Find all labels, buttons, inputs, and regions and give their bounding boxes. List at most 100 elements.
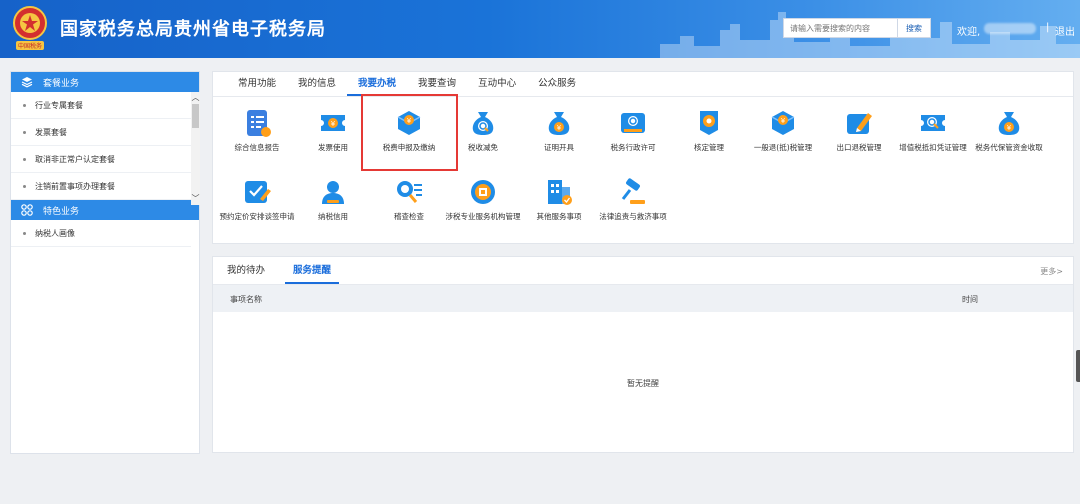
func-label: 证明开具 — [544, 143, 574, 152]
tabs-divider — [213, 96, 1073, 97]
tab-public-service[interactable]: 公众服务 — [527, 72, 587, 96]
service-reminder-panel: 我的待办 服务提醒 更多> 事项名称 时间 暂无提醒 — [212, 256, 1074, 453]
scroll-thumb[interactable] — [192, 104, 199, 128]
func-label: 增值税抵扣凭证管理 — [899, 143, 967, 152]
money-bag-icon: ¥ — [998, 112, 1020, 135]
func-professional-service-agency[interactable]: 涉税专业服务机构管理 — [444, 177, 522, 222]
tab-interaction[interactable]: 互动中心 — [467, 72, 527, 96]
func-vat-voucher[interactable]: 增值税抵扣凭证管理 — [894, 108, 972, 153]
svg-text:¥: ¥ — [781, 117, 786, 125]
bullet-icon — [23, 157, 26, 161]
tab-service-reminder[interactable]: 服务提醒 — [285, 257, 340, 284]
func-inspection[interactable]: 稽查检查 — [370, 177, 448, 222]
sidebar-section-package[interactable]: 套餐业务 — [11, 72, 199, 92]
pencil-doc-icon — [847, 113, 872, 134]
sidebar-item-label: 发票套餐 — [35, 127, 67, 137]
sidebar-item-label: 纳税人画像 — [35, 228, 75, 238]
func-assessment-management[interactable]: 核定管理 — [670, 108, 748, 153]
sidebar-item-label: 注销前置事项办理套餐 — [35, 181, 115, 191]
sidebar-item-label: 取消非正常户认定套餐 — [35, 154, 115, 164]
sidebar-section-title: 特色业务 — [43, 206, 80, 217]
tab-my-todo[interactable]: 我的待办 — [219, 257, 273, 284]
sidebar-section-title: 套餐业务 — [43, 78, 80, 89]
top-header: 中国税务 国家税务总局贵州省电子税务局 搜索 欢迎, | 退出 — [0, 0, 1080, 58]
sidebar-item-taxpayer-profile[interactable]: 纳税人画像 — [11, 220, 191, 247]
certificate-search-icon — [621, 113, 645, 133]
func-label: 法律追责与救济事项 — [599, 212, 667, 221]
sidebar-item-deregistration-package[interactable]: 注销前置事项办理套餐 — [11, 173, 191, 200]
bullet-icon — [23, 130, 26, 134]
svg-text:¥: ¥ — [1007, 124, 1012, 132]
func-tax-reduction[interactable]: 税收减免 — [444, 108, 522, 153]
user-icon — [322, 181, 344, 204]
func-comprehensive-report[interactable]: 综合信息报告 — [218, 108, 296, 153]
welcome-text: 欢迎, — [957, 27, 981, 38]
bullet-icon — [23, 103, 26, 107]
box-yuan-icon: ¥ — [771, 111, 795, 135]
search-list-icon — [397, 181, 422, 203]
layers-icon — [21, 77, 33, 88]
func-label: 一般退(抵)税管理 — [753, 143, 813, 152]
search-button[interactable]: 搜索 — [897, 18, 931, 38]
func-label: 出口退税管理 — [836, 143, 882, 152]
func-general-refund[interactable]: ¥ 一般退(抵)税管理 — [744, 108, 822, 153]
column-header-time: 时间 — [962, 295, 978, 304]
func-label: 核定管理 — [694, 143, 724, 152]
svg-text:中国税务: 中国税务 — [18, 42, 42, 50]
tab-my-info[interactable]: 我的信息 — [287, 72, 347, 96]
ticket-icon: ¥ — [321, 115, 345, 131]
func-legal-remedy[interactable]: 法律追责与救济事项 — [594, 177, 672, 222]
func-label: 税务行政许可 — [610, 143, 656, 152]
sidebar-list-package: 行业专属套餐 发票套餐 取消非正常户认定套餐 注销前置事项办理套餐 — [11, 92, 199, 200]
func-admin-license[interactable]: 税务行政许可 — [594, 108, 672, 153]
sidebar-item-label: 行业专属套餐 — [35, 100, 83, 110]
search-input[interactable] — [783, 18, 897, 38]
func-other-services[interactable]: 其他服务事项 — [520, 177, 598, 222]
header-separator: | — [1046, 22, 1050, 33]
money-bag-search-icon — [472, 112, 494, 135]
svg-text:¥: ¥ — [557, 124, 562, 132]
tab-do-tax[interactable]: 我要办税 — [347, 72, 408, 96]
side-float-handle[interactable] — [1076, 350, 1080, 382]
service-tabs: 我的待办 服务提醒 — [219, 257, 351, 284]
badge-gear-icon — [700, 111, 718, 135]
grid-icon — [21, 204, 33, 216]
bullet-icon — [23, 184, 26, 188]
scroll-up-icon[interactable]: ︿ — [191, 93, 200, 103]
coin-icon — [471, 180, 495, 204]
empty-state-text: 暂无提醒 — [627, 379, 659, 388]
sidebar-section-featured[interactable]: 特色业务 — [11, 200, 199, 220]
func-label: 预约定价安排谈签申请 — [219, 212, 295, 221]
func-custody-funds[interactable]: ¥ 税务代保管资金收取 — [970, 108, 1048, 153]
func-certificate-issuance[interactable]: ¥ 证明开具 — [520, 108, 598, 153]
scroll-down-icon[interactable]: ﹀ — [191, 194, 200, 204]
username-redacted — [984, 23, 1036, 34]
func-label: 其他服务事项 — [536, 212, 582, 221]
tax-emblem-logo: 中国税务 — [13, 6, 47, 50]
checklist-icon — [245, 181, 271, 203]
main-tabs: 常用功能 我的信息 我要办税 我要查询 互动中心 公众服务 — [227, 72, 587, 96]
sidebar-item-cancel-abnormal-package[interactable]: 取消非正常户认定套餐 — [11, 146, 191, 173]
tab-query[interactable]: 我要查询 — [407, 72, 467, 96]
gavel-icon — [621, 178, 645, 204]
tab-common[interactable]: 常用功能 — [227, 72, 287, 96]
func-label: 综合信息报告 — [234, 143, 280, 152]
voucher-search-icon — [921, 115, 945, 131]
column-header-item-name: 事项名称 — [230, 295, 262, 304]
func-label: 税务代保管资金收取 — [975, 143, 1043, 152]
svg-text:¥: ¥ — [331, 120, 336, 128]
func-tax-credit[interactable]: 纳税信用 — [294, 177, 372, 222]
func-label: 稽查检查 — [394, 212, 424, 221]
money-bag-icon: ¥ — [548, 112, 570, 135]
sidebar-item-invoice-package[interactable]: 发票套餐 — [11, 119, 191, 146]
sidebar-scrollbar[interactable]: ︿ ﹀ — [191, 92, 200, 205]
sidebar-item-industry-package[interactable]: 行业专属套餐 — [11, 92, 191, 119]
site-title: 国家税务总局贵州省电子税务局 — [60, 19, 326, 40]
func-label: 税收减免 — [468, 143, 498, 152]
logout-link[interactable]: 退出 — [1055, 23, 1075, 38]
more-link[interactable]: 更多> — [1040, 266, 1063, 277]
bullet-icon — [23, 231, 26, 235]
func-export-refund[interactable]: 出口退税管理 — [820, 108, 898, 153]
func-label: 涉税专业服务机构管理 — [445, 212, 521, 221]
func-pricing-arrangement[interactable]: 预约定价安排谈签申请 — [218, 177, 296, 222]
